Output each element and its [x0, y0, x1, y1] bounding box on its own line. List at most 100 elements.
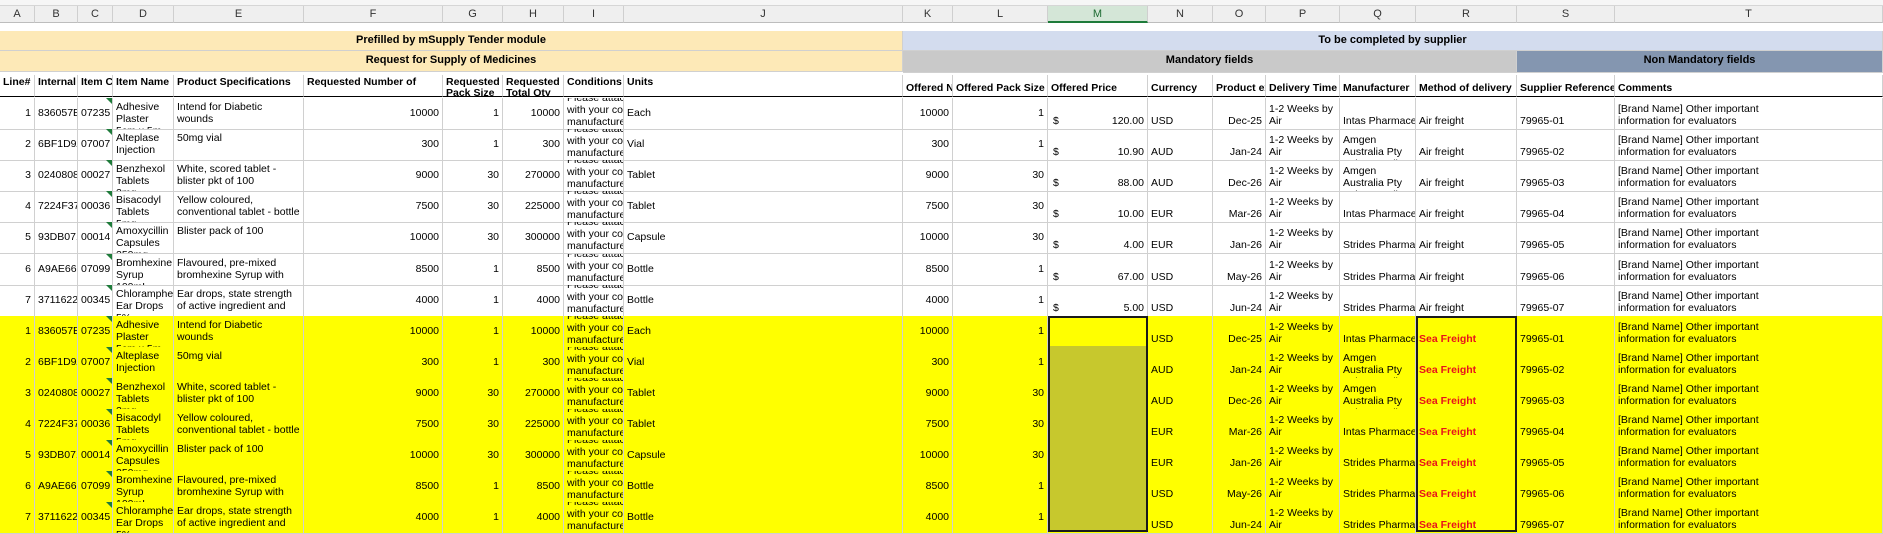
column-header-g[interactable]: G: [443, 6, 503, 23]
cell-manufacturer[interactable]: Amgen Australia Pty Ltd, Australia: [1340, 347, 1416, 379]
cell-delivery-time[interactable]: 1-2 Weeks by Air: [1266, 502, 1340, 534]
cell-delivery-time[interactable]: 1-2 Weeks by Air: [1266, 378, 1340, 410]
cell-comments[interactable]: [Brand Name] Other important information …: [1615, 378, 1883, 410]
cell-method-of-delivery[interactable]: Sea Freight: [1416, 440, 1517, 472]
cell-currency[interactable]: USD: [1148, 316, 1213, 348]
cell-delivery-time[interactable]: 1-2 Weeks by Air: [1266, 285, 1340, 317]
cell-comments[interactable]: [Brand Name] Other important information …: [1615, 191, 1883, 223]
column-header-l[interactable]: L: [953, 6, 1048, 23]
cell-manufacturer[interactable]: Strides Pharma Science: [1340, 285, 1416, 317]
cell-expiry[interactable]: Jan-24: [1213, 129, 1266, 161]
column-header-f[interactable]: F: [304, 6, 443, 23]
column-header-s[interactable]: S: [1517, 6, 1615, 23]
cell-delivery-time[interactable]: 1-2 Weeks by Air: [1266, 347, 1340, 379]
cell-supplier-ref[interactable]: 79965-07: [1517, 285, 1615, 317]
cell-comments[interactable]: [Brand Name] Other important information …: [1615, 471, 1883, 503]
cell-manufacturer[interactable]: Strides Pharma Science: [1340, 471, 1416, 503]
cell-method-of-delivery[interactable]: Sea Freight: [1416, 347, 1517, 379]
cell-delivery-time[interactable]: 1-2 Weeks by Air: [1266, 191, 1340, 223]
cell-expiry[interactable]: Jun-24: [1213, 502, 1266, 534]
cell-currency[interactable]: AUD: [1148, 378, 1213, 410]
cell-supplier-ref[interactable]: 79965-06: [1517, 471, 1615, 503]
cell-expiry[interactable]: Dec-25: [1213, 316, 1266, 348]
cell-currency[interactable]: USD: [1148, 98, 1213, 130]
cell-supplier-ref[interactable]: 79965-02: [1517, 347, 1615, 379]
column-header-h[interactable]: H: [503, 6, 564, 23]
cell-currency[interactable]: EUR: [1148, 222, 1213, 254]
cell-manufacturer[interactable]: Intas Pharmaceuticals: [1340, 191, 1416, 223]
cell-method-of-delivery[interactable]: Air freight: [1416, 98, 1517, 130]
cell-supplier-ref[interactable]: 79965-04: [1517, 191, 1615, 223]
cell-expiry[interactable]: May-26: [1213, 471, 1266, 503]
cell-comments[interactable]: [Brand Name] Other important information …: [1615, 409, 1883, 441]
column-header-o[interactable]: O: [1213, 6, 1266, 23]
cell-offered-price[interactable]: $88.00: [1048, 160, 1148, 192]
cell-method-of-delivery[interactable]: Sea Freight: [1416, 378, 1517, 410]
cell-offered-price[interactable]: $5.00: [1048, 285, 1148, 317]
cell-method-of-delivery[interactable]: Air freight: [1416, 222, 1517, 254]
cell-manufacturer[interactable]: Amgen Australia Pty Ltd, Australia: [1340, 129, 1416, 161]
column-header-n[interactable]: N: [1148, 6, 1213, 23]
column-header-a[interactable]: A: [0, 6, 35, 23]
cell-method-of-delivery[interactable]: Air freight: [1416, 254, 1517, 286]
cell-comments[interactable]: [Brand Name] Other important information …: [1615, 222, 1883, 254]
column-header-c[interactable]: C: [78, 6, 113, 23]
cell-comments[interactable]: [Brand Name] Other important information …: [1615, 129, 1883, 161]
cell-manufacturer[interactable]: Strides Pharma Science: [1340, 254, 1416, 286]
column-header-b[interactable]: B: [35, 6, 78, 23]
cell-offered-price[interactable]: $120.00: [1048, 98, 1148, 130]
cell-comments[interactable]: [Brand Name] Other important information …: [1615, 316, 1883, 348]
column-header-e[interactable]: E: [174, 6, 304, 23]
cell-offered-price[interactable]: [1048, 316, 1148, 348]
column-header-d[interactable]: D: [113, 6, 174, 23]
cell-supplier-ref[interactable]: 79965-01: [1517, 316, 1615, 348]
cell-expiry[interactable]: Dec-25: [1213, 98, 1266, 130]
cell-delivery-time[interactable]: 1-2 Weeks by Air: [1266, 409, 1340, 441]
cell-supplier-ref[interactable]: 79965-07: [1517, 502, 1615, 534]
column-header-i[interactable]: I: [564, 6, 624, 23]
cell-method-of-delivery[interactable]: Sea Freight: [1416, 409, 1517, 441]
cell-offered-price[interactable]: $4.00: [1048, 222, 1148, 254]
cell-currency[interactable]: AUD: [1148, 160, 1213, 192]
cell-delivery-time[interactable]: 1-2 Weeks by Air: [1266, 254, 1340, 286]
cell-delivery-time[interactable]: 1-2 Weeks by Air: [1266, 222, 1340, 254]
cell-currency[interactable]: AUD: [1148, 129, 1213, 161]
cell-comments[interactable]: [Brand Name] Other important information …: [1615, 254, 1883, 286]
cell-supplier-ref[interactable]: 79965-04: [1517, 409, 1615, 441]
column-header-p[interactable]: P: [1266, 6, 1340, 23]
cell-supplier-ref[interactable]: 79965-05: [1517, 440, 1615, 472]
cell-manufacturer[interactable]: Amgen Australia Pty Ltd, Australia: [1340, 378, 1416, 410]
cell-delivery-time[interactable]: 1-2 Weeks by Air: [1266, 471, 1340, 503]
cell-manufacturer[interactable]: Strides Pharma Science: [1340, 440, 1416, 472]
cell-manufacturer[interactable]: Intas Pharmaceuticals: [1340, 409, 1416, 441]
cell-method-of-delivery[interactable]: Sea Freight: [1416, 316, 1517, 348]
cell-supplier-ref[interactable]: 79965-01: [1517, 98, 1615, 130]
cell-expiry[interactable]: Jan-26: [1213, 440, 1266, 472]
cell-expiry[interactable]: Dec-26: [1213, 160, 1266, 192]
cell-currency[interactable]: EUR: [1148, 409, 1213, 441]
cell-currency[interactable]: USD: [1148, 502, 1213, 534]
column-header-t[interactable]: T: [1615, 6, 1883, 23]
column-header-j[interactable]: J: [624, 6, 903, 23]
cell-offered-price[interactable]: $67.00: [1048, 254, 1148, 286]
cell-currency[interactable]: USD: [1148, 254, 1213, 286]
cell-delivery-time[interactable]: 1-2 Weeks by Air: [1266, 160, 1340, 192]
cell-manufacturer[interactable]: Strides Pharma Science: [1340, 222, 1416, 254]
cell-delivery-time[interactable]: 1-2 Weeks by Air: [1266, 98, 1340, 130]
column-header-r[interactable]: R: [1416, 6, 1517, 23]
cell-supplier-ref[interactable]: 79965-03: [1517, 378, 1615, 410]
cell-offered-price[interactable]: $10.90: [1048, 129, 1148, 161]
cell-comments[interactable]: [Brand Name] Other important information …: [1615, 347, 1883, 379]
cell-expiry[interactable]: Jan-24: [1213, 347, 1266, 379]
cell-manufacturer[interactable]: Intas Pharmaceuticals: [1340, 98, 1416, 130]
cell-currency[interactable]: EUR: [1148, 440, 1213, 472]
cell-comments[interactable]: [Brand Name] Other important information …: [1615, 285, 1883, 317]
cell-delivery-time[interactable]: 1-2 Weeks by Air: [1266, 129, 1340, 161]
cell-method-of-delivery[interactable]: Sea Freight: [1416, 502, 1517, 534]
cell-currency[interactable]: AUD: [1148, 347, 1213, 379]
cell-method-of-delivery[interactable]: Air freight: [1416, 160, 1517, 192]
cell-expiry[interactable]: Jun-24: [1213, 285, 1266, 317]
cell-manufacturer[interactable]: Amgen Australia Pty Ltd, Australia: [1340, 160, 1416, 192]
cell-supplier-ref[interactable]: 79965-03: [1517, 160, 1615, 192]
cell-method-of-delivery[interactable]: Air freight: [1416, 191, 1517, 223]
